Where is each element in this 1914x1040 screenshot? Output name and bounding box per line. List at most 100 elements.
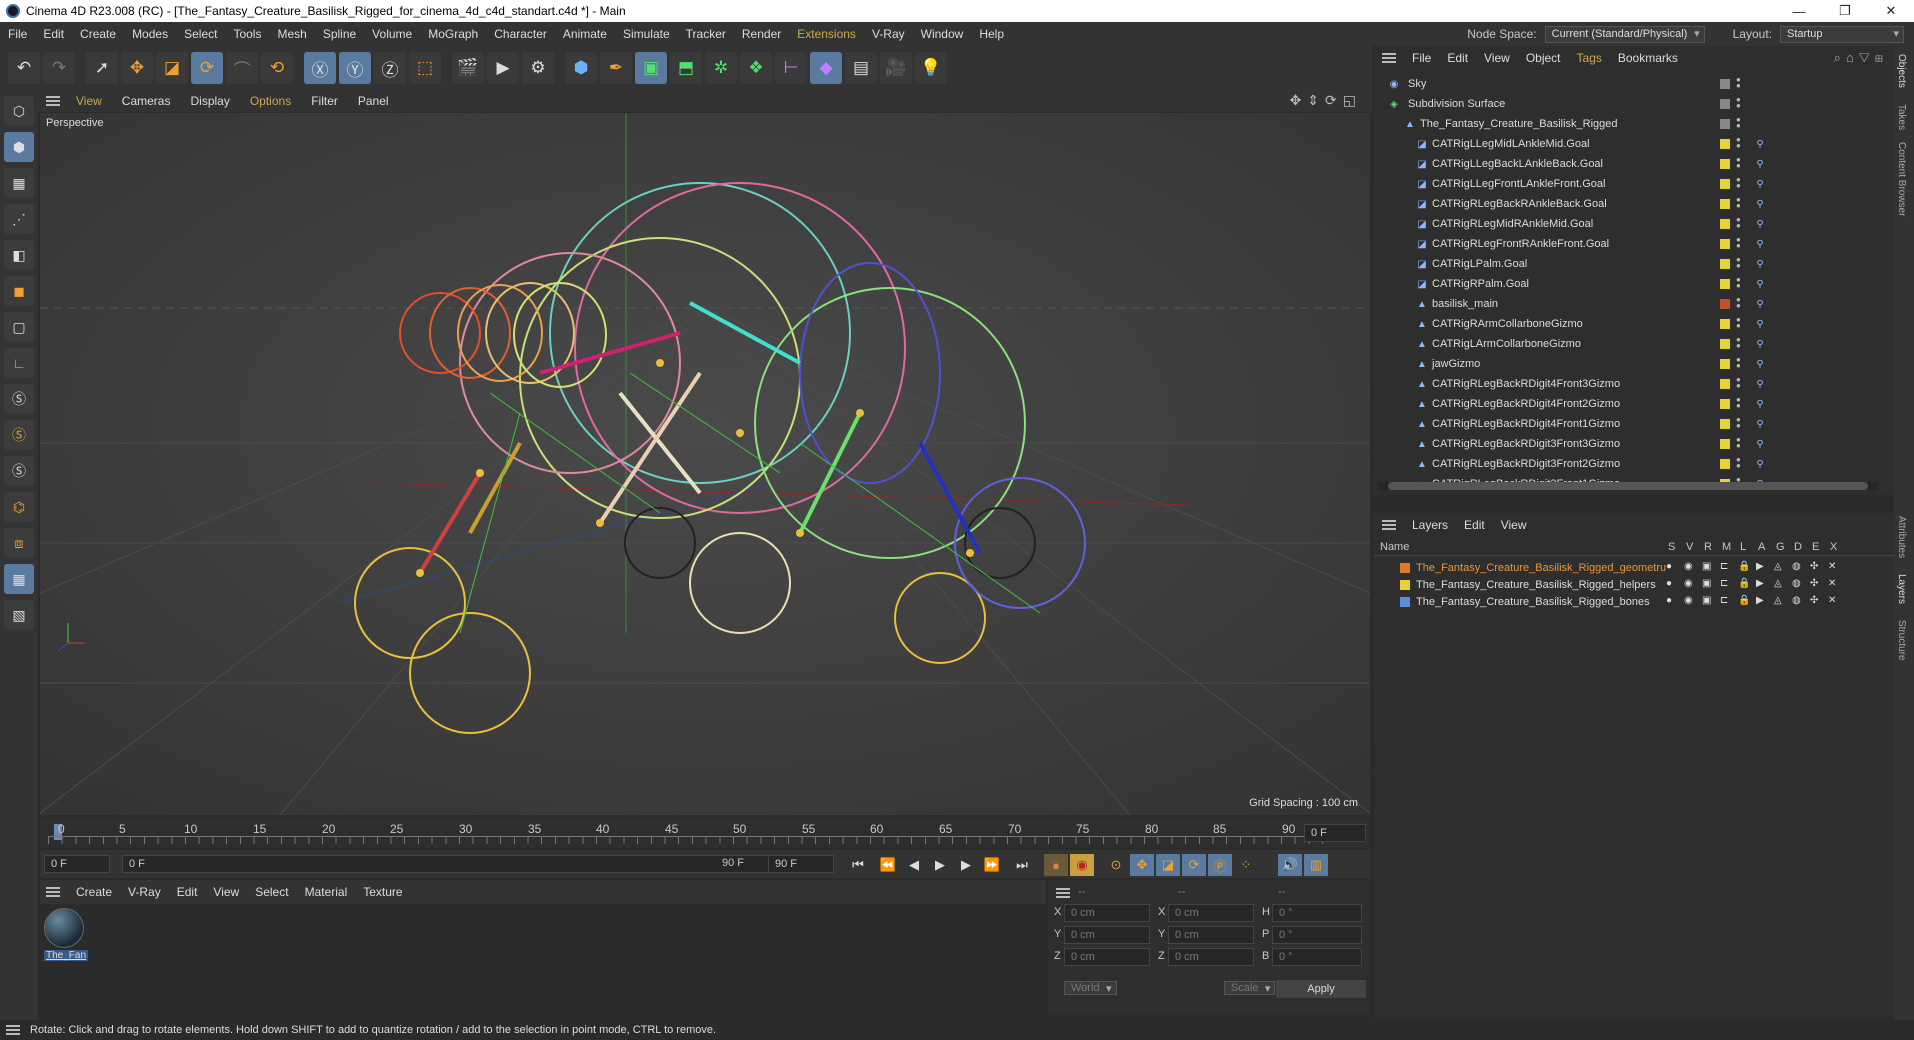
tag-icon[interactable]: ⚲ [1754,458,1766,470]
menu-mesh[interactable]: Mesh [269,27,314,41]
material-name[interactable]: The_Fan [44,950,89,961]
viewport-menu-options[interactable]: Options [240,94,301,108]
object-row[interactable]: ▲ basilisk_main ● ● ⚲ [1374,294,1894,314]
layout-dropdown[interactable]: Startup [1780,25,1904,43]
z-axis-lock-icon[interactable]: Ⓩ [374,52,406,84]
bend-deformer-icon[interactable]: ⊢ [775,52,807,84]
viewport-menu-panel[interactable]: Panel [348,94,399,108]
viewport-menu-display[interactable]: Display [180,94,239,108]
tag-icon[interactable]: ⚲ [1754,358,1766,370]
object-row[interactable]: ◈ Subdivision Surface ● ● [1374,94,1894,114]
size-x-field[interactable]: 0 cm [1168,904,1254,922]
lock-icon[interactable]: 🔒 [1738,561,1750,572]
field-icon[interactable]: ◆ [810,52,842,84]
manager-icon[interactable]: ⊏ [1720,561,1728,572]
visible-icon[interactable]: ◉ [1684,578,1693,589]
tab-objects[interactable]: Objects [1896,54,1907,88]
menu-select[interactable]: Select [176,27,225,41]
viewport-menu-filter[interactable]: Filter [301,94,348,108]
object-row[interactable]: ▲ CATRigRLegBackRDigit3Front2Gizmo ● ● ⚲ [1374,454,1894,474]
visibility-dots[interactable]: ●● [1736,96,1741,111]
object-row[interactable]: ◪ CATRigRLegFrontRAnkleFront.Goal ● ● ⚲ [1374,234,1894,254]
layer-menu-edit[interactable]: Edit [1456,518,1493,532]
material-menu-view[interactable]: View [205,885,247,899]
object-row[interactable]: ◪ CATRigRLegMidRAnkleMid.Goal ● ● ⚲ [1374,214,1894,234]
layer-color-chip[interactable] [1720,199,1730,209]
visibility-dots[interactable]: ●● [1736,336,1741,351]
object-row[interactable]: ▲ The_Fantasy_Creature_Basilisk_Rigged ● ● [1374,114,1894,134]
solo-icon[interactable]: ● [1666,578,1672,589]
object-row[interactable]: ◪ CATRigRLegBackRAnkleBack.Goal ● ● ⚲ [1374,194,1894,214]
render-settings-icon[interactable]: ⚙ [522,52,554,84]
tag-icon[interactable]: ⚲ [1754,158,1766,170]
pos-z-field[interactable]: 0 cm [1064,948,1150,966]
live-selection-icon[interactable]: ⟲ [261,52,293,84]
floor-icon[interactable]: ▤ [845,52,877,84]
layer-row[interactable]: The_Fantasy_Creature_Basilisk_Rigged_bon… [1374,594,1894,611]
model-mode-icon[interactable]: ⬢ [4,132,34,162]
rotate-tool-icon[interactable]: ⟳ [191,52,223,84]
cube-object-icon[interactable]: ⬢ [565,52,597,84]
menu-help[interactable]: Help [971,27,1012,41]
deformer-icon[interactable]: ◍ [1792,578,1801,589]
quantize-icon[interactable]: Ⓢ [4,456,34,486]
coordinates-menu-icon[interactable] [1056,888,1070,898]
play-icon[interactable]: ▶ [928,854,952,876]
deformer-icon[interactable]: ◍ [1792,561,1801,572]
visibility-dots[interactable]: ●● [1736,176,1741,191]
menu-character[interactable]: Character [486,27,555,41]
tag-icon[interactable]: ⚲ [1754,418,1766,430]
status-menu-icon[interactable] [6,1025,20,1035]
visibility-dots[interactable]: ●● [1736,396,1741,411]
object-row[interactable]: ▲ CATRigRLegBackRDigit3Front3Gizmo ● ● ⚲ [1374,434,1894,454]
rot-b-field[interactable]: 0 ° [1272,948,1362,966]
pos-y-field[interactable]: 0 cm [1064,926,1150,944]
apply-button[interactable]: Apply [1276,980,1366,998]
object-row[interactable]: ◪ CATRigLLegBackLAnkleBack.Goal ● ● ⚲ [1374,154,1894,174]
viewport-menu-view[interactable]: View [66,94,112,108]
grid-workplane-icon[interactable]: ▦ [4,564,34,594]
start-frame-field[interactable]: 0 F [44,855,110,873]
object-row[interactable]: ▲ CATRigRLegBackRDigit4Front1Gizmo ● ● ⚲ [1374,414,1894,434]
light-icon[interactable]: 💡 [915,52,947,84]
visibility-dots[interactable]: ●● [1736,276,1741,291]
layer-color-chip[interactable] [1720,219,1730,229]
xref-icon[interactable]: ✕ [1828,578,1836,589]
visibility-dots[interactable]: ●● [1736,316,1741,331]
object-row[interactable]: ◪ CATRigRPalm.Goal ● ● ⚲ [1374,274,1894,294]
menu-render[interactable]: Render [734,27,789,41]
object-row[interactable]: ▲ CATRigRLegBackRDigit4Front3Gizmo ● ● ⚲ [1374,374,1894,394]
visibility-dots[interactable]: ●● [1736,256,1741,271]
next-key-icon[interactable]: ⏩ [980,854,1004,876]
material-menu-icon[interactable] [46,887,60,897]
xref-icon[interactable]: ✕ [1828,595,1836,606]
perspective-viewport[interactable]: Perspective Grid Spacing : 100 cm [40,113,1370,815]
key-rotation-icon[interactable]: ⟳ [1182,854,1206,876]
subdivision-surface-icon[interactable]: ▣ [635,52,667,84]
snap-settings-icon[interactable]: Ⓢ [4,420,34,450]
texture-mode-icon[interactable]: ▦ [4,168,34,198]
expression-icon[interactable]: ✣ [1810,578,1818,589]
key-parameter-icon[interactable]: Ⓟ [1208,854,1232,876]
tab-layers[interactable]: Layers [1896,574,1907,604]
polygons-mode-icon[interactable]: ◼ [4,276,34,306]
close-button[interactable]: ✕ [1868,0,1914,22]
mograph-cloner-icon[interactable]: ✲ [705,52,737,84]
timeline-window-icon[interactable]: ▥ [1304,854,1328,876]
visibility-dots[interactable]: ●● [1736,196,1741,211]
menu-edit[interactable]: Edit [35,27,72,41]
visibility-dots[interactable]: ●● [1736,356,1741,371]
maximize-button[interactable]: ❐ [1822,0,1868,22]
tag-icon[interactable]: ⚲ [1754,398,1766,410]
move-tool-icon[interactable]: ✥ [121,52,153,84]
layer-color-chip[interactable] [1720,399,1730,409]
manager-icon[interactable]: ⊏ [1720,578,1728,589]
tag-icon[interactable]: ⚲ [1754,298,1766,310]
layer-color-chip[interactable] [1720,419,1730,429]
visibility-dots[interactable]: ●● [1736,456,1741,471]
object-hscrollbar[interactable] [1378,482,1878,490]
scale-tool-icon[interactable]: ◪ [156,52,188,84]
visible-icon[interactable]: ◉ [1684,561,1693,572]
layer-color-chip[interactable] [1720,119,1730,129]
layer-color-chip[interactable] [1720,239,1730,249]
